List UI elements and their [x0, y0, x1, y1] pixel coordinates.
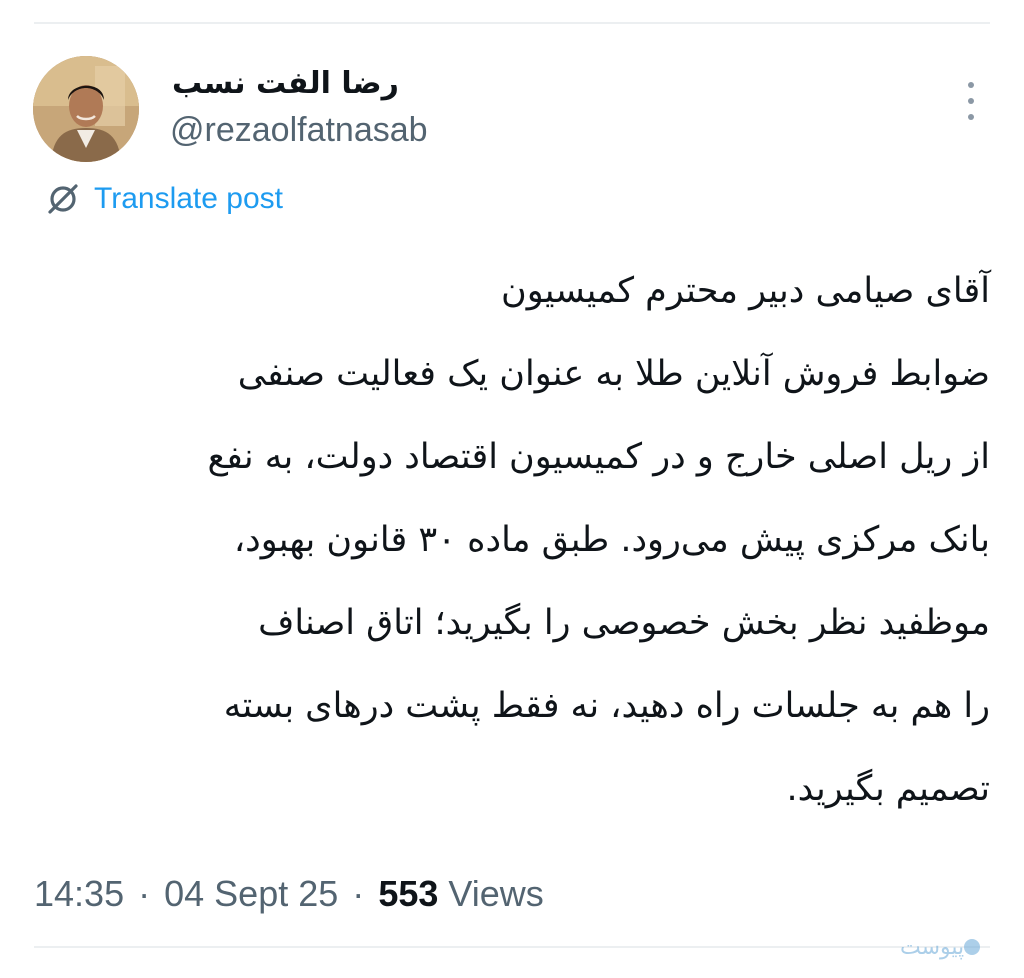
watermark-text: پیوست	[900, 934, 965, 960]
translate-post-label: Translate post	[94, 182, 283, 215]
tweet-date[interactable]: 04 Sept 25	[164, 873, 338, 914]
tweet-line: از ریل اصلی خارج و در کمیسیون اقتصاد دول…	[207, 437, 990, 477]
more-options-button[interactable]	[956, 76, 986, 126]
user-handle[interactable]: @rezaolfatnasab	[170, 110, 428, 150]
watermark-logo: پیوست	[900, 930, 986, 964]
more-vertical-icon-dot	[968, 114, 974, 120]
translate-icon	[48, 184, 78, 214]
tweet-line: ضوابط فروش آنلاین طلا به عنوان یک فعالیت…	[237, 354, 990, 394]
tweet-line: آقای صیامی دبیر محترم کمیسیون	[501, 271, 990, 311]
tweet-line: تصمیم بگیرید.	[786, 769, 991, 809]
tweet-meta: 14:35 · 04 Sept 25 · 553 Views	[34, 870, 544, 918]
meta-separator: ·	[138, 873, 151, 914]
tweet-text: آقای صیامی دبیر محترم کمیسیون ضوابط فروش…	[34, 250, 990, 831]
tweet-line: بانک مرکزی پیش می‌رود. طبق ماده ۳۰ قانون…	[233, 520, 990, 560]
watermark-icon	[964, 939, 981, 955]
translate-post-button[interactable]: Translate post	[44, 180, 283, 218]
meta-separator: ·	[352, 873, 365, 914]
avatar[interactable]	[33, 56, 139, 162]
more-vertical-icon	[968, 82, 974, 88]
tweet-time[interactable]: 14:35	[34, 873, 124, 914]
tweet-line: را هم به جلسات راه دهید، نه فقط پشت درها…	[223, 686, 990, 726]
tweet-line: موظفید نظر بخش خصوصی را بگیرید؛ اتاق اصن…	[258, 603, 990, 643]
top-divider	[34, 22, 990, 24]
bottom-divider	[34, 946, 990, 948]
more-vertical-icon-dot	[968, 98, 974, 104]
views-label: Views	[448, 873, 544, 914]
views-count: 553	[378, 873, 439, 914]
avatar-image	[33, 56, 139, 162]
display-name[interactable]: رضا الفت نسب	[172, 66, 399, 102]
